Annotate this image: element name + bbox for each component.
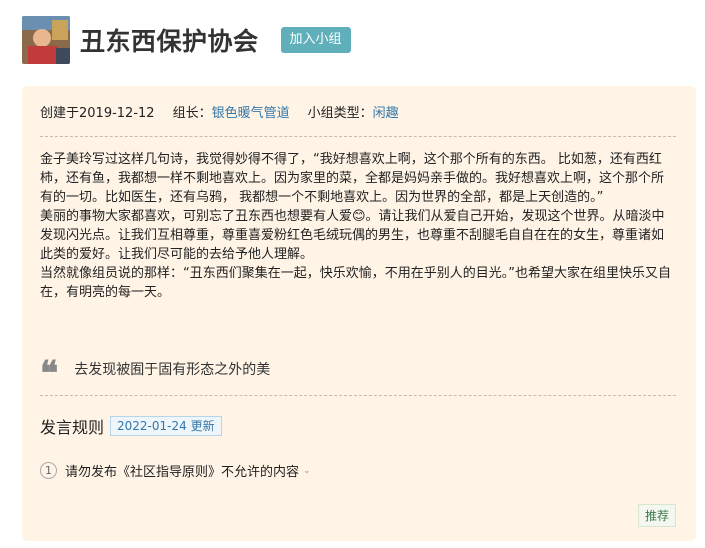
- group-avatar[interactable]: [22, 16, 70, 64]
- divider: [40, 395, 676, 396]
- rule-item[interactable]: 1 请勿发布《社区指导原则》不允许的内容 ⌄: [40, 461, 311, 480]
- group-info-card: 创建于2019-12-12 组长：银色暖气管道 小组类型：闲趣 金子美玲写过这样几句…: [22, 86, 696, 541]
- created-date: 创建于2019-12-12: [40, 106, 155, 121]
- quote-icon: ❝: [40, 354, 59, 394]
- group-type-link[interactable]: 闲趣: [373, 106, 399, 121]
- recommend-button[interactable]: 推荐: [637, 504, 676, 527]
- group-type-label: 小组类型：: [307, 106, 373, 121]
- leader-link[interactable]: 银色暖气管道: [212, 106, 290, 121]
- join-group-button[interactable]: 加入小组: [280, 27, 351, 53]
- rules-title: 发言规则: [40, 418, 105, 437]
- description-paragraph: 当然就像组员说的那样：“丑东西们聚集在一起，快乐欢愉，不用在乎别人的目光。”也希…: [40, 266, 671, 300]
- rules-header: 发言规则 2022-01-24 更新: [40, 414, 222, 438]
- motto-text: 去发现被囿于固有形态之外的美: [74, 362, 271, 378]
- rule-text: 请勿发布《社区指导原则》不允许的内容: [65, 465, 300, 480]
- description-paragraph: 金子美玲写过这样几句诗，我觉得妙得不得了，“我好想喜欢上啊，这个那个所有的东西。…: [40, 152, 665, 205]
- group-meta: 创建于2019-12-12 组长：银色暖气管道 小组类型：闲趣: [40, 102, 399, 121]
- page-title: 丑东西保护协会: [80, 27, 259, 56]
- group-header: 丑东西保护协会 加入小组: [22, 14, 351, 66]
- chevron-down-icon[interactable]: ⌄: [303, 466, 311, 476]
- group-motto: ❝ 去发现被囿于固有形态之外的美: [40, 354, 271, 394]
- divider: [40, 136, 676, 137]
- group-description: 金子美玲写过这样几句诗，我觉得妙得不得了，“我好想喜欢上啊，这个那个所有的东西。…: [40, 150, 676, 302]
- leader-label: 组长：: [172, 106, 212, 121]
- rules-updated-badge: 2022-01-24 更新: [110, 416, 222, 436]
- rule-number: 1: [40, 462, 57, 479]
- description-paragraph: 美丽的事物大家都喜欢，可别忘了丑东西也想要有人爱😊。请让我们从爱自己开始，发现这…: [40, 209, 665, 262]
